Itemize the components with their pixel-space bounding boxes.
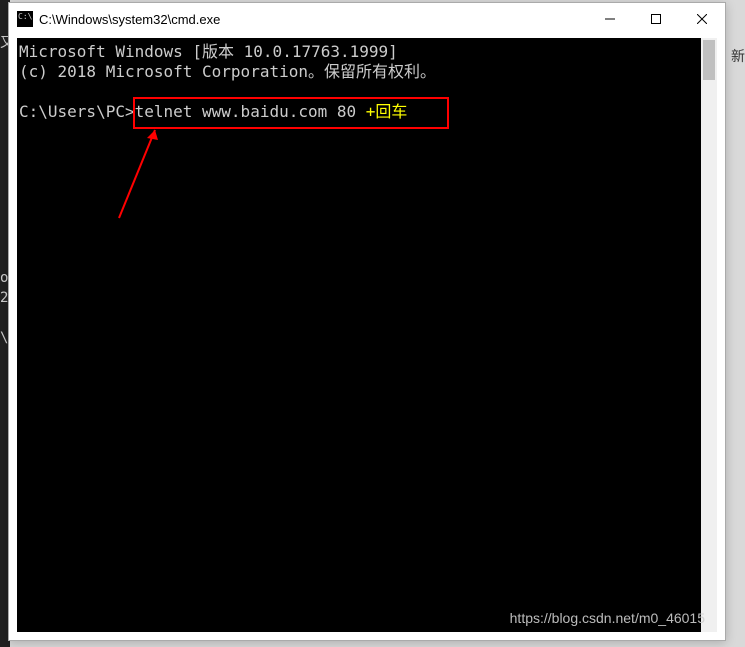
titlebar[interactable]: C:\Windows\system32\cmd.exe xyxy=(9,3,725,35)
prompt: C:\Users\PC> xyxy=(19,102,135,121)
minimize-icon xyxy=(605,14,615,24)
maximize-button[interactable] xyxy=(633,3,679,35)
terminal-area[interactable]: Microsoft Windows [版本 10.0.17763.1999] (… xyxy=(17,38,717,632)
cmd-window: C:\Windows\system32\cmd.exe Microsoft Wi… xyxy=(8,2,726,641)
version-line: Microsoft Windows [版本 10.0.17763.1999] xyxy=(19,42,398,61)
highlight-box xyxy=(133,97,449,129)
scrollbar-thumb[interactable] xyxy=(703,40,715,80)
viewport: 又 o: 2( \l 新 C:\Windows\system32\cmd.exe… xyxy=(0,0,745,647)
close-icon xyxy=(697,14,707,24)
scrollbar[interactable] xyxy=(701,38,717,632)
watermark: https://blog.csdn.net/m0_46015 xyxy=(510,610,705,626)
side-text: 新 xyxy=(731,46,745,66)
maximize-icon xyxy=(651,14,661,24)
copyright-line: (c) 2018 Microsoft Corporation。保留所有权利。 xyxy=(19,62,436,81)
close-button[interactable] xyxy=(679,3,725,35)
cmd-icon xyxy=(17,11,33,27)
minimize-button[interactable] xyxy=(587,3,633,35)
window-title: C:\Windows\system32\cmd.exe xyxy=(39,12,587,27)
annotation-arrow xyxy=(111,116,171,226)
